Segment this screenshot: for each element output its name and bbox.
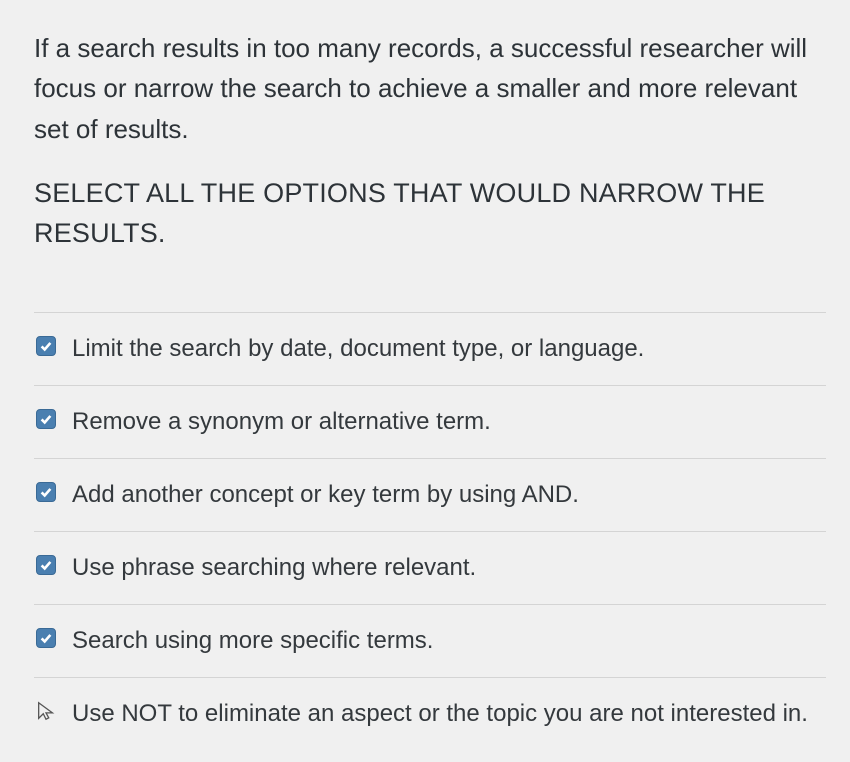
option-row[interactable]: Add another concept or key term by using…: [34, 459, 826, 532]
option-label: Use NOT to eliminate an aspect or the to…: [72, 696, 808, 732]
option-row[interactable]: Search using more specific terms.: [34, 605, 826, 678]
check-icon: [39, 485, 53, 499]
option-row[interactable]: Use NOT to eliminate an aspect or the to…: [34, 678, 826, 750]
check-icon: [39, 558, 53, 572]
option-label: Add another concept or key term by using…: [72, 477, 579, 513]
checkbox-checked[interactable]: [36, 555, 56, 575]
check-icon: [39, 412, 53, 426]
check-icon: [39, 339, 53, 353]
question-instruction: SELECT ALL THE OPTIONS THAT WOULD NARROW…: [34, 173, 826, 254]
checkbox-checked[interactable]: [36, 336, 56, 356]
checkbox-checked[interactable]: [36, 482, 56, 502]
option-label: Limit the search by date, document type,…: [72, 331, 644, 367]
checkbox-checked[interactable]: [36, 628, 56, 648]
cursor-icon: [36, 701, 56, 721]
question-stem: If a search results in too many records,…: [34, 28, 826, 149]
option-row[interactable]: Remove a synonym or alternative term.: [34, 386, 826, 459]
checkbox-checked[interactable]: [36, 409, 56, 429]
options-list: Limit the search by date, document type,…: [34, 312, 826, 750]
check-icon: [39, 631, 53, 645]
option-row[interactable]: Use phrase searching where relevant.: [34, 532, 826, 605]
option-label: Use phrase searching where relevant.: [72, 550, 476, 586]
option-label: Search using more specific terms.: [72, 623, 433, 659]
option-label: Remove a synonym or alternative term.: [72, 404, 491, 440]
option-row[interactable]: Limit the search by date, document type,…: [34, 313, 826, 386]
